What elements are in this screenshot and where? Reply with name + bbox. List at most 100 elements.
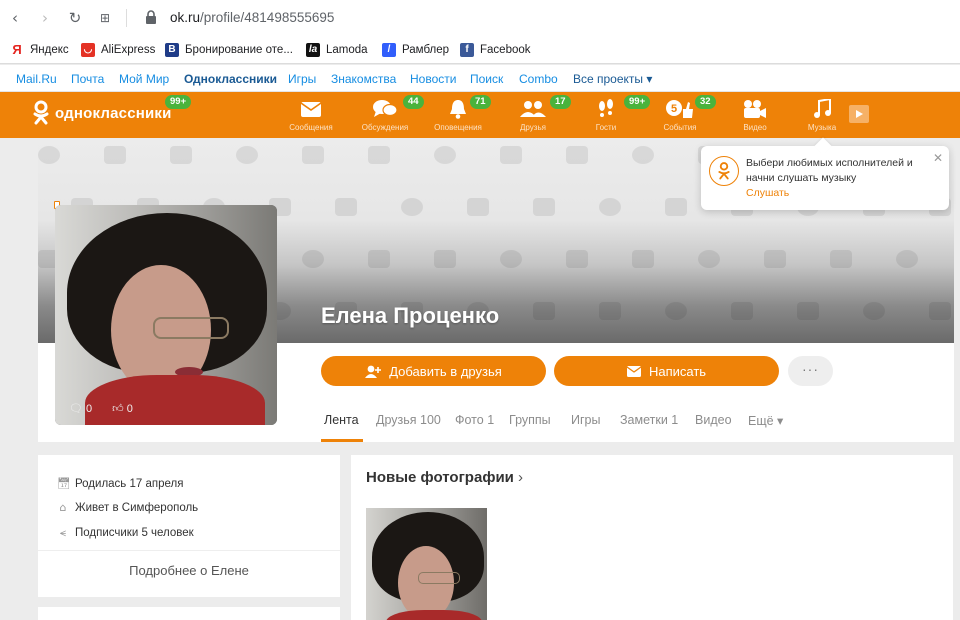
link-mailru[interactable]: Mail.Ru	[16, 72, 57, 86]
bookmark-facebook[interactable]: f Facebook	[460, 41, 531, 59]
bookmark-aliexpress[interactable]: ◡ AliExpress	[81, 41, 155, 59]
nav-messages[interactable]: Сообщения	[281, 98, 341, 138]
link-dating[interactable]: Знакомства	[331, 72, 396, 86]
avatar[interactable]: 🗨︎ 0 👍︎ 0	[55, 205, 277, 425]
lamoda-icon: la	[306, 43, 320, 57]
video-camera-icon	[744, 100, 766, 118]
bookmark-yandex[interactable]: Я Яндекс	[10, 41, 69, 59]
tab-notes[interactable]: Заметки 1	[620, 413, 678, 427]
tab-friends[interactable]: Друзья 100	[376, 413, 441, 427]
events-icon: 5	[666, 100, 693, 118]
friends-icon	[520, 101, 546, 117]
link-all-projects[interactable]: Все проекты ▾	[573, 72, 652, 86]
tab-games[interactable]: Игры	[571, 413, 600, 427]
avatar-likes[interactable]: 👍︎ 0	[112, 402, 133, 415]
cover-pattern-shape	[401, 198, 423, 216]
calendar-icon: 📅︎	[57, 477, 71, 490]
nav-label: Музыка	[807, 123, 837, 132]
cover-pattern-shape	[698, 250, 720, 268]
chevron-right-icon[interactable]: ›	[518, 469, 523, 486]
mailru-projects-bar: Mail.Ru Почта Мой Мир Одноклассники Игры…	[0, 65, 960, 92]
music-note-icon	[814, 99, 831, 118]
cover-pattern-shape	[500, 146, 522, 164]
divider	[38, 550, 340, 551]
ok-header: одноклассники 99+ Сообщения Обсуждения 4…	[0, 92, 960, 138]
bookmark-rambler[interactable]: / Рамблер	[382, 41, 449, 59]
info-birthday: 📅︎ Родилась 17 апреля	[57, 477, 184, 491]
discussions-badge: 44	[403, 95, 424, 109]
bookmark-lamoda[interactable]: la Lamoda	[306, 41, 368, 59]
cover-pattern-shape	[434, 146, 456, 164]
browser-address-bar: ‹ › ↻ ⊞ ok.ru/profile/481498555695	[0, 0, 960, 36]
nav-label: Видео	[743, 123, 767, 132]
logo-badge: 99+	[165, 95, 192, 109]
cover-pattern-shape	[335, 198, 357, 216]
more-about-link[interactable]: Подробнее о Елене	[38, 563, 340, 578]
reload-icon[interactable]: ↻	[66, 9, 84, 27]
cover-pattern-shape	[896, 250, 918, 268]
nav-label: Оповещения	[434, 123, 482, 132]
info-birthday-text: Родилась 17 апреля	[75, 478, 184, 490]
avatar-comments[interactable]: 🗨︎ 0	[69, 402, 92, 415]
chat-icon	[373, 100, 397, 117]
photo-thumbnail[interactable]	[366, 508, 487, 620]
write-message-button[interactable]: Написать	[554, 356, 779, 386]
nav-label: Обсуждения	[361, 123, 409, 132]
ok-logo[interactable]: одноклассники	[31, 100, 172, 126]
ok-logo-icon	[709, 156, 739, 186]
url-field[interactable]: ok.ru/profile/481498555695	[170, 10, 334, 25]
more-actions-button[interactable]: ···	[788, 356, 833, 386]
nav-music[interactable]: Музыка	[792, 98, 852, 138]
cover-pattern-shape	[632, 146, 654, 164]
booking-icon: B	[165, 43, 179, 57]
link-search[interactable]: Поиск	[470, 72, 503, 86]
info-subscribers[interactable]: ⪪ Подписчики 5 человек	[57, 527, 194, 540]
info-location: ⌂ Живет в Симферополь	[57, 501, 199, 515]
bookmark-booking[interactable]: B Бронирование оте...	[165, 41, 293, 59]
link-combo[interactable]: Combo	[519, 72, 558, 86]
tab-groups[interactable]: Группы	[509, 413, 551, 427]
url-path: /profile/481498555695	[200, 10, 335, 25]
write-label: Написать	[648, 363, 707, 379]
guests-badge: 99+	[624, 95, 651, 109]
lock-icon[interactable]	[145, 10, 157, 25]
nav-video[interactable]: Видео	[725, 98, 785, 138]
cover-pattern-shape	[368, 250, 390, 268]
cover-pattern-shape	[38, 146, 60, 164]
back-arrow-icon[interactable]: ‹	[6, 9, 24, 27]
bookmark-label: Lamoda	[326, 44, 368, 56]
cover-pattern-shape	[731, 302, 753, 320]
tab-video[interactable]: Видео	[695, 413, 732, 427]
aliexpress-icon: ◡	[81, 43, 95, 57]
tab-more[interactable]: Ещё ▾	[748, 413, 783, 428]
tab-photos[interactable]: Фото 1	[455, 413, 494, 427]
url-domain: ok.ru	[170, 10, 201, 25]
close-icon[interactable]: ✕	[933, 151, 943, 165]
play-icon[interactable]	[847, 105, 869, 123]
link-odnoklassniki[interactable]: Одноклассники	[184, 72, 277, 86]
link-myworld[interactable]: Мой Мир	[119, 72, 169, 86]
home-icon: ⌂	[59, 501, 67, 514]
link-mail[interactable]: Почта	[71, 72, 104, 86]
notifications-badge: 71	[470, 95, 491, 109]
profile-name: Елена Проценко	[321, 303, 500, 328]
new-photos-title[interactable]: Новые фотографии	[366, 469, 514, 486]
link-news[interactable]: Новости	[410, 72, 456, 86]
cover-pattern-shape	[500, 250, 522, 268]
link-games[interactable]: Игры	[288, 72, 316, 86]
nav-label: Сообщения	[289, 123, 333, 132]
cover-pattern-shape	[302, 146, 324, 164]
cover-pattern-shape	[764, 250, 786, 268]
cover-pattern-shape	[170, 146, 192, 164]
bookmark-label: Бронирование оте...	[185, 44, 293, 56]
ok-logo-icon	[33, 100, 49, 125]
add-friend-button[interactable]: Добавить в друзья	[321, 356, 546, 386]
apps-grid-icon[interactable]: ⊞	[96, 9, 114, 27]
bookmark-label: AliExpress	[101, 44, 156, 56]
listen-link[interactable]: Слушать	[746, 187, 789, 199]
forward-arrow-icon[interactable]: ›	[36, 9, 54, 27]
bookmark-label: Яндекс	[30, 44, 69, 56]
envelope-icon	[301, 101, 321, 117]
cover-pattern-shape	[665, 198, 687, 216]
tab-feed[interactable]: Лента	[324, 413, 359, 427]
